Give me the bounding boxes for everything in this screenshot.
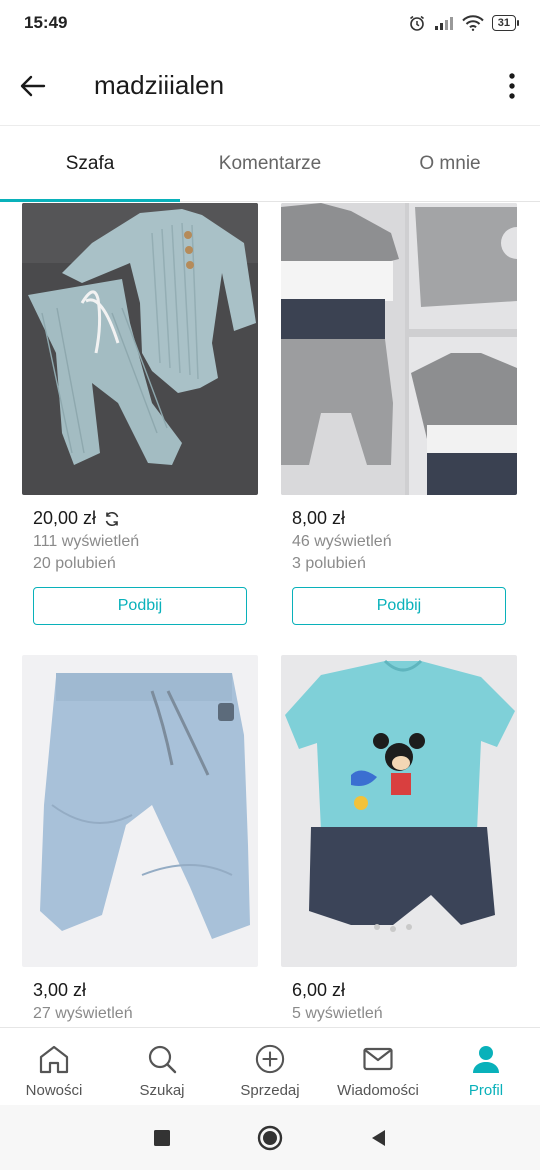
system-navigation-bar — [0, 1105, 540, 1170]
item-price: 8,00 zł — [292, 508, 346, 528]
nav-item-nowosci[interactable]: Nowości — [0, 1028, 108, 1105]
mail-icon — [363, 1047, 393, 1071]
tab-komentarze[interactable]: Komentarze — [180, 127, 360, 201]
app-bar: madziiialen — [0, 46, 540, 126]
price-row: 20,00 zł — [33, 508, 258, 529]
item-views: 5 wyświetleń — [292, 1005, 383, 1022]
plus-circle-icon — [255, 1044, 285, 1074]
arrow-left-icon — [20, 75, 46, 96]
item-photo[interactable] — [281, 203, 517, 495]
nav-item-profil[interactable]: Profil — [432, 1028, 540, 1105]
nav-item-wiadomosci[interactable]: Wiadomości — [324, 1028, 432, 1105]
item-card[interactable]: 20,00 zł 111 wyświetleń 20 polubień Podb… — [22, 203, 258, 625]
battery-indicator: 31 — [491, 15, 520, 31]
nav-label: Profil — [468, 1082, 504, 1099]
alarm-icon — [409, 15, 424, 31]
status-time: 15:49 — [24, 13, 68, 32]
bump-button[interactable]: Podbij — [292, 587, 506, 625]
wardrobe-grid: 20,00 zł 111 wyświetleń 20 polubień Podb… — [0, 203, 540, 1027]
tab-o-mnie[interactable]: O mnie — [360, 127, 540, 201]
price-row: 3,00 zł — [33, 980, 258, 1001]
item-views: 111 wyświetleń — [33, 533, 140, 550]
item-card[interactable]: 6,00 zł 5 wyświetleń — [281, 655, 517, 1023]
status-bar: 15:49 31 — [0, 0, 540, 46]
back-triangle-icon[interactable] — [369, 1128, 387, 1148]
item-price: 6,00 zł — [292, 980, 346, 1000]
recent-apps-icon[interactable] — [153, 1129, 171, 1147]
item-photo-image — [22, 655, 258, 967]
item-photo[interactable] — [22, 203, 258, 495]
refresh-icon — [105, 511, 119, 526]
profile-tabs: Szafa Komentarze O mnie — [0, 127, 540, 202]
nav-label: Wiadomości — [337, 1082, 419, 1099]
item-photo-image — [22, 203, 258, 495]
more-options-button[interactable] — [484, 46, 540, 126]
item-card[interactable]: 8,00 zł 46 wyświetleń 3 polubień Podbij — [281, 203, 517, 625]
search-icon — [148, 1045, 177, 1074]
nav-item-szukaj[interactable]: Szukaj — [108, 1028, 216, 1105]
home-button-icon[interactable] — [257, 1125, 283, 1151]
item-price: 3,00 zł — [33, 980, 87, 1000]
bottom-navigation: Nowości Szukaj Sprzedaj Wiadomości Profi… — [0, 1027, 540, 1105]
cellular-signal-icon — [434, 17, 453, 30]
home-icon — [39, 1045, 69, 1074]
item-price: 20,00 zł — [33, 508, 97, 528]
item-photo[interactable] — [22, 655, 258, 967]
item-likes: 3 polubień — [292, 555, 366, 572]
item-photo-image — [281, 655, 517, 967]
price-row: 6,00 zł — [292, 980, 517, 1001]
nav-item-sprzedaj[interactable]: Sprzedaj — [216, 1028, 324, 1105]
item-likes: 20 polubień — [33, 555, 116, 572]
item-card[interactable]: 3,00 zł 27 wyświetleń — [22, 655, 258, 1023]
page-title: madziiialen — [94, 70, 225, 100]
price-row: 8,00 zł — [292, 508, 517, 529]
back-button[interactable] — [0, 46, 66, 126]
status-icons: 31 — [408, 14, 520, 32]
item-views: 46 wyświetleń — [292, 533, 392, 550]
more-vertical-icon — [509, 72, 515, 99]
tab-szafa[interactable]: Szafa — [0, 127, 180, 202]
item-views: 27 wyświetleń — [33, 1005, 133, 1022]
person-icon — [473, 1046, 499, 1073]
item-photo[interactable] — [281, 655, 517, 967]
nav-label: Nowości — [25, 1082, 83, 1099]
bump-button[interactable]: Podbij — [33, 587, 247, 625]
item-photo-image — [281, 203, 517, 495]
wifi-icon — [462, 15, 484, 31]
nav-label: Szukaj — [139, 1082, 185, 1099]
nav-label: Sprzedaj — [240, 1082, 300, 1099]
